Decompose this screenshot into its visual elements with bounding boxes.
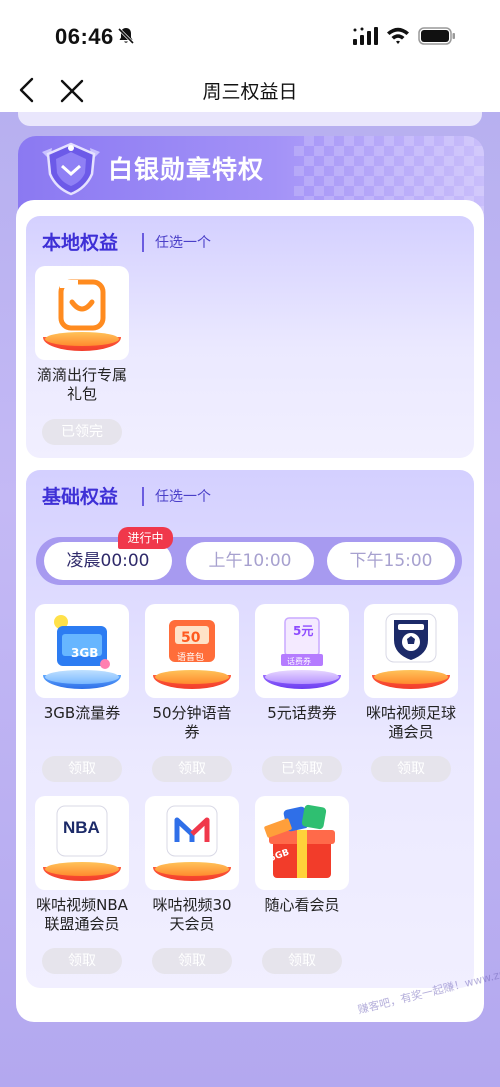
section-divider: [142, 487, 144, 506]
benefit-label: 5元话费券: [267, 704, 337, 722]
football-badge-icon: [385, 613, 437, 663]
benefit-card[interactable]: [35, 266, 129, 360]
card-caption: 50: [181, 630, 201, 646]
claim-button[interactable]: 领取: [262, 948, 342, 974]
claim-button[interactable]: 领取: [152, 948, 232, 974]
benefit-card[interactable]: NBA: [35, 796, 129, 890]
benefit-label: 3GB流量券: [43, 704, 121, 722]
card-caption: 5元: [293, 624, 314, 638]
time-slot-1500[interactable]: 下午15:00: [327, 542, 455, 580]
data-card-icon: [54, 615, 110, 669]
battery-icon: [418, 27, 455, 45]
benefit-card[interactable]: [145, 796, 239, 890]
page-title: 周三权益日: [202, 81, 298, 103]
benefit-label: 咪咕视频足球通会员: [365, 704, 456, 741]
cellular-signal-icon: [353, 27, 378, 45]
benefit-label: 咪咕视频30天会员: [152, 896, 232, 933]
card-subcaption: 话费券: [287, 657, 311, 666]
medal-header-title: 白银勋章特权: [108, 155, 265, 184]
wifi-icon: [387, 27, 409, 44]
benefit-label: 50分钟语音券: [152, 704, 232, 741]
benefit-card[interactable]: [364, 604, 458, 698]
time-slot-1000[interactable]: 上午10:00: [186, 542, 314, 580]
claim-button[interactable]: 领取: [42, 756, 122, 782]
card-caption: 3GB: [71, 646, 99, 660]
benefit-card[interactable]: 5元 话费券: [255, 604, 349, 698]
silver-medal-icon: [42, 142, 100, 196]
section-subtitle: 任选一个: [155, 235, 211, 251]
benefit-label: 咪咕视频NBA联盟通会员: [36, 896, 128, 933]
section-subtitle: 任选一个: [155, 489, 211, 505]
section-divider: [142, 233, 144, 252]
section-title: 基础权益: [42, 486, 119, 508]
card-caption: NBA: [63, 818, 100, 837]
benefit-card[interactable]: 3GB: [35, 604, 129, 698]
section-title: 本地权益: [42, 232, 119, 254]
claimed-button[interactable]: 已领取: [262, 756, 342, 782]
in-progress-tag: 进行中: [118, 527, 173, 549]
bell-muted-icon: [117, 27, 135, 45]
claim-button[interactable]: 领取: [371, 756, 451, 782]
status-bar: 06:46: [0, 0, 500, 70]
benefit-card[interactable]: 15GB: [255, 796, 349, 890]
claimed-out-button[interactable]: 已领完: [42, 419, 122, 445]
status-time: 06:46: [55, 24, 114, 49]
benefit-label: 滴滴出行专属礼包: [36, 366, 127, 403]
benefit-label: 随心看会员: [264, 896, 340, 914]
didi-logo-icon: [58, 279, 106, 331]
nav-bar: 周三权益日: [0, 70, 500, 110]
previous-card-edge: [18, 112, 482, 126]
migu-logo-icon: [166, 805, 218, 857]
card-subcaption: 语音包: [177, 653, 205, 663]
gift-box-icon: [264, 804, 335, 878]
claim-button[interactable]: 领取: [152, 756, 232, 782]
benefit-card[interactable]: 50 语音包: [145, 604, 239, 698]
claim-button[interactable]: 领取: [42, 948, 122, 974]
